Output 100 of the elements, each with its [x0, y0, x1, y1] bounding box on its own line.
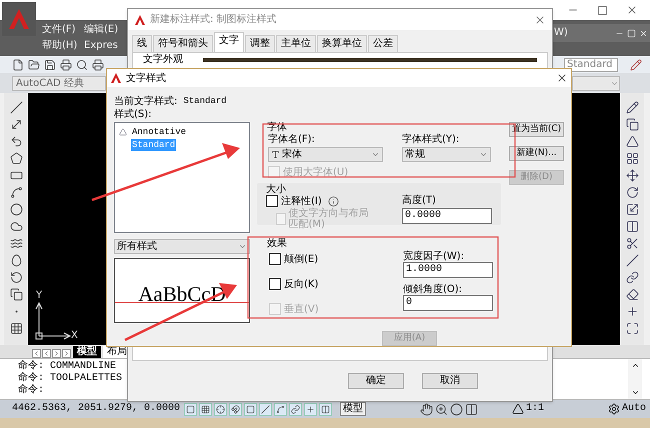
- curved-arrow-icon[interactable]: [10, 135, 22, 148]
- link-icon[interactable]: [626, 271, 638, 284]
- styles-list[interactable]: Annotative Standard: [114, 122, 250, 233]
- folder-icon[interactable]: [28, 58, 40, 70]
- font-icon: [271, 150, 280, 159]
- tab[interactable]: 公差: [368, 35, 398, 52]
- left-arrow-icon[interactable]: [42, 349, 51, 358]
- curve-icon[interactable]: [10, 186, 22, 199]
- group-title: 大小: [266, 184, 287, 195]
- plus-icon[interactable]: [626, 305, 638, 318]
- auto-dropdown[interactable]: Auto: [622, 403, 646, 415]
- scale-icon[interactable]: [626, 203, 638, 216]
- dialog-button[interactable]: 取消: [422, 373, 478, 389]
- frame-icon[interactable]: [626, 322, 638, 335]
- file-icon[interactable]: [12, 58, 24, 70]
- right-arrow-icon[interactable]: [52, 349, 61, 358]
- style-filter-dropdown[interactable]: 所有样式: [114, 239, 250, 254]
- move-icon[interactable]: [626, 169, 638, 182]
- chevron-up-icon[interactable]: [630, 361, 640, 370]
- height-field[interactable]: 0.0000: [402, 208, 492, 224]
- square-icon[interactable]: [244, 402, 257, 416]
- grid-icon[interactable]: [626, 152, 638, 165]
- triangle-icon[interactable]: [512, 403, 524, 415]
- copy-icon[interactable]: [626, 118, 638, 131]
- checkbox-label: 使用大字体(U): [283, 166, 348, 178]
- columns-icon[interactable]: [465, 402, 478, 416]
- scissors-icon[interactable]: [626, 237, 638, 250]
- tab[interactable]: 主单位: [276, 35, 316, 52]
- zoom-icon[interactable]: [435, 402, 448, 416]
- width-factor-field[interactable]: 1.0000: [403, 262, 493, 278]
- triangle-icon: [119, 128, 127, 136]
- rectangle-icon[interactable]: [10, 169, 22, 182]
- tab[interactable]: 线: [132, 35, 152, 52]
- dialog-button[interactable]: 确定: [348, 373, 404, 389]
- command-history-line: 命令: TOOLPALETTES: [18, 373, 122, 384]
- menu-item[interactable]: W): [554, 27, 568, 39]
- field-label: 宽度因子(W):: [403, 251, 466, 262]
- maximize-icon[interactable]: [597, 4, 608, 16]
- command-input[interactable]: 命令:: [18, 385, 44, 399]
- curve-icon[interactable]: [274, 402, 287, 416]
- cloud-icon[interactable]: [10, 220, 22, 233]
- printer-icon[interactable]: [92, 58, 104, 70]
- magnet-icon[interactable]: [229, 402, 242, 416]
- line-icon[interactable]: [626, 254, 638, 267]
- circle-icon[interactable]: [10, 203, 22, 216]
- rotate-icon[interactable]: [626, 186, 638, 199]
- hand-icon[interactable]: [420, 402, 433, 416]
- layout-tab[interactable]: 模型: [73, 346, 101, 358]
- close-icon[interactable]: [556, 72, 568, 84]
- pentagon-icon[interactable]: [10, 152, 22, 165]
- line-icon[interactable]: [10, 101, 22, 114]
- workspace-dropdown[interactable]: AutoCAD 经典: [12, 76, 106, 90]
- oblique-angle-field[interactable]: 0: [403, 295, 493, 311]
- restore-icon[interactable]: [627, 28, 636, 38]
- settings-icon[interactable]: [608, 403, 620, 415]
- checkbox-label: 反向(K): [284, 278, 318, 290]
- square-icon[interactable]: [184, 402, 197, 416]
- style-list-item[interactable]: Annotative: [118, 126, 246, 138]
- menu-item[interactable]: 帮助(H): [42, 39, 80, 52]
- circle-icon[interactable]: [450, 402, 463, 416]
- diagonal-arrow-icon[interactable]: [10, 118, 22, 131]
- pencil-icon[interactable]: [630, 58, 642, 70]
- style-dropdown[interactable]: Standard: [564, 58, 618, 72]
- grid-icon[interactable]: [10, 322, 22, 335]
- tab[interactable]: 文字: [214, 32, 244, 52]
- search-icon[interactable]: [76, 58, 88, 70]
- rotate-icon[interactable]: [10, 271, 22, 284]
- wave-icon[interactable]: [10, 237, 22, 250]
- chevron-down-icon[interactable]: [630, 388, 640, 397]
- field-label: 倾斜角度(O):: [403, 284, 464, 295]
- chevron-down-icon: [371, 150, 380, 159]
- right-arrow-icon[interactable]: [62, 349, 71, 358]
- triangle-icon[interactable]: [626, 135, 638, 148]
- menu-item[interactable]: 编辑(E): [84, 23, 122, 36]
- menu-item[interactable]: Expres: [84, 39, 122, 52]
- info-icon[interactable]: [328, 196, 339, 206]
- window-title: 新建标注样式: 制图标注样式: [150, 12, 277, 27]
- tab[interactable]: 调整: [245, 35, 275, 52]
- font-name-dropdown[interactable]: 宋体: [268, 147, 383, 162]
- columns-icon[interactable]: [626, 220, 638, 233]
- current-style-label: 当前文字样式:: [114, 94, 178, 108]
- checkbox-label: 注释性(I): [281, 196, 322, 206]
- close-icon[interactable]: [626, 4, 638, 16]
- copy-icon[interactable]: [10, 288, 22, 301]
- eraser-icon[interactable]: [626, 288, 638, 301]
- crosshair-icon[interactable]: [214, 402, 227, 416]
- field-label: 高度(T): [402, 195, 437, 206]
- save-icon[interactable]: [44, 58, 56, 70]
- dialog-button[interactable]: 新建(N)...: [509, 146, 564, 161]
- model-button[interactable]: 模型: [340, 402, 366, 416]
- tab[interactable]: 换算单位: [317, 35, 367, 52]
- annotation-scale[interactable]: 1:1: [526, 403, 544, 415]
- pencil-icon[interactable]: [626, 101, 638, 114]
- printer-icon[interactable]: [60, 58, 72, 70]
- close-icon[interactable]: [534, 14, 546, 26]
- link-icon[interactable]: [289, 402, 302, 416]
- menu-item[interactable]: 文件(F): [42, 23, 80, 36]
- left-arrow-icon[interactable]: [32, 349, 41, 358]
- font-style-dropdown[interactable]: 常规: [402, 147, 491, 162]
- tab[interactable]: 符号和箭头: [153, 35, 213, 52]
